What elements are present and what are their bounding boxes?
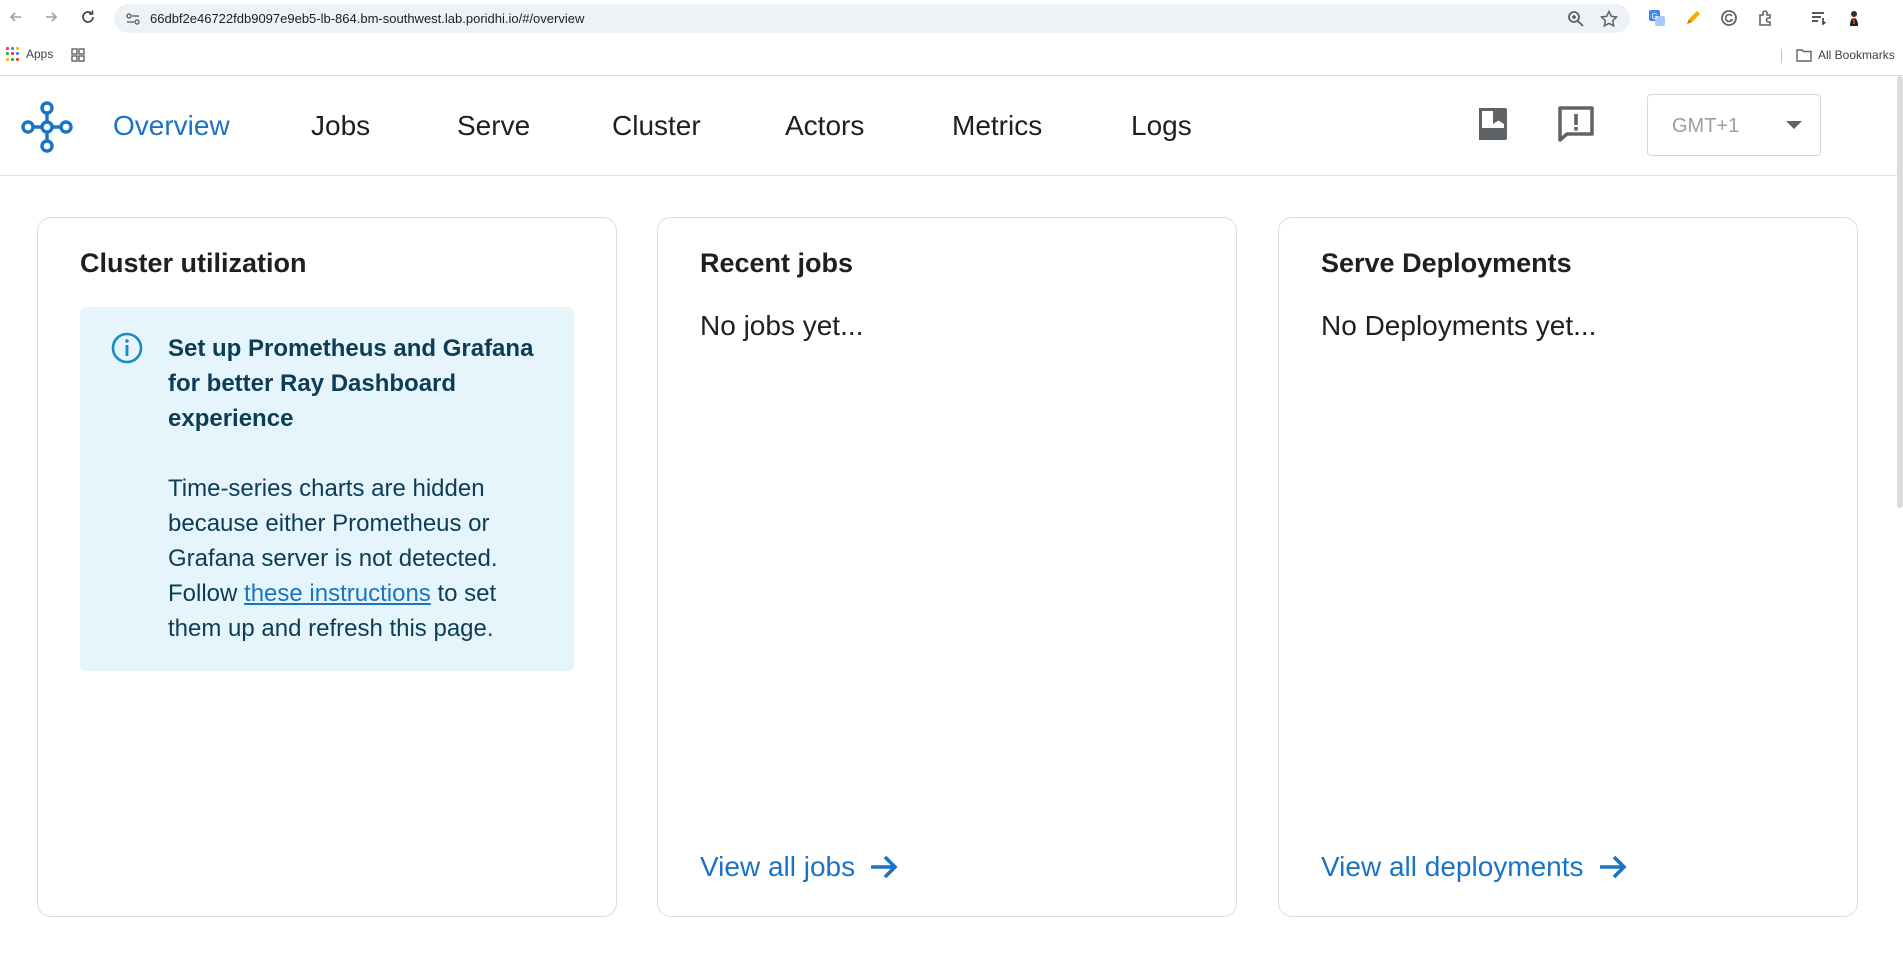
recent-jobs-card: Recent jobs No jobs yet... View all jobs bbox=[657, 217, 1237, 917]
tab-jobs[interactable]: Jobs bbox=[311, 110, 370, 142]
card-title: Serve Deployments bbox=[1321, 248, 1572, 278]
bookmark-star-icon[interactable] bbox=[1599, 9, 1619, 29]
serve-deployments-card: Serve Deployments No Deployments yet... … bbox=[1278, 217, 1858, 917]
apps-label: Apps bbox=[26, 47, 54, 61]
arrow-right-icon bbox=[46, 12, 58, 22]
arrow-right-icon bbox=[871, 855, 898, 879]
profile-avatar-icon[interactable] bbox=[1844, 8, 1864, 28]
reload-button[interactable] bbox=[77, 6, 99, 28]
caret-down-icon bbox=[1786, 121, 1802, 129]
tab-serve[interactable]: Serve bbox=[457, 110, 530, 142]
folder-icon bbox=[1796, 49, 1812, 62]
instructions-link[interactable]: these instructions bbox=[244, 580, 431, 607]
translate-extension-icon[interactable]: G bbox=[1647, 8, 1667, 28]
docs-book-icon[interactable] bbox=[1473, 104, 1513, 144]
url-text[interactable]: 66dbf2e46722fdb9097e9eb5-lb-864.bm-south… bbox=[150, 11, 584, 26]
arrow-left-icon bbox=[9, 12, 21, 22]
view-all-deployments-link[interactable]: View all deployments bbox=[1321, 850, 1630, 884]
alert-title: Set up Prometheus and Grafana for better… bbox=[168, 335, 534, 432]
zoom-icon[interactable] bbox=[1566, 9, 1586, 29]
apps-shortcut[interactable]: Apps bbox=[6, 47, 53, 61]
site-info-icon[interactable] bbox=[124, 10, 142, 28]
prometheus-setup-alert: Set up Prometheus and Grafana for better… bbox=[80, 307, 574, 671]
alert-body: Time-series charts are hidden because ei… bbox=[168, 471, 548, 646]
feedback-icon[interactable] bbox=[1556, 104, 1596, 144]
view-all-jobs-label: View all jobs bbox=[700, 851, 856, 882]
info-icon bbox=[111, 332, 143, 364]
tab-groups-icon[interactable] bbox=[70, 47, 86, 63]
grammar-extension-icon[interactable] bbox=[1719, 8, 1739, 28]
dashboard-header: Overview Jobs Serve Cluster Actors Metri… bbox=[0, 76, 1897, 176]
arrow-right-icon bbox=[1599, 855, 1627, 879]
card-title: Cluster utilization bbox=[80, 248, 307, 278]
page-scrollbar[interactable] bbox=[1897, 76, 1903, 508]
forward-button[interactable] bbox=[40, 6, 62, 28]
browser-toolbar: 66dbf2e46722fdb9097e9eb5-lb-864.bm-south… bbox=[0, 0, 1903, 33]
pencil-extension-icon[interactable] bbox=[1683, 8, 1703, 28]
tab-logs[interactable]: Logs bbox=[1131, 110, 1192, 142]
svg-text:G: G bbox=[1652, 12, 1658, 21]
all-bookmarks-label: All Bookmarks bbox=[1818, 48, 1895, 62]
view-all-deployments-label: View all deployments bbox=[1321, 851, 1584, 882]
ray-logo-icon[interactable] bbox=[20, 100, 74, 154]
bookmarks-separator bbox=[1781, 49, 1782, 63]
tab-overview[interactable]: Overview bbox=[113, 110, 230, 142]
timezone-select[interactable]: GMT+1 bbox=[1647, 94, 1821, 156]
address-bar[interactable]: 66dbf2e46722fdb9097e9eb5-lb-864.bm-south… bbox=[114, 4, 1630, 33]
bookmarks-bar: Apps All Bookmarks bbox=[0, 41, 1903, 69]
cluster-utilization-card: Cluster utilization Set up Prometheus an… bbox=[37, 217, 617, 917]
reload-icon bbox=[82, 10, 94, 23]
tab-actors[interactable]: Actors bbox=[785, 110, 864, 142]
reading-list-icon[interactable] bbox=[1809, 8, 1829, 28]
apps-grid-icon bbox=[6, 47, 20, 61]
view-all-jobs-link[interactable]: View all jobs bbox=[700, 850, 901, 884]
jobs-empty-state: No jobs yet... bbox=[700, 310, 864, 341]
tab-metrics[interactable]: Metrics bbox=[952, 110, 1042, 142]
card-title: Recent jobs bbox=[700, 248, 854, 278]
deployments-empty-state: No Deployments yet... bbox=[1321, 310, 1597, 341]
tab-cluster[interactable]: Cluster bbox=[612, 110, 701, 142]
timezone-value: GMT+1 bbox=[1672, 115, 1740, 137]
extensions-puzzle-icon[interactable] bbox=[1756, 8, 1776, 28]
back-button[interactable] bbox=[5, 6, 27, 28]
all-bookmarks-button[interactable]: All Bookmarks bbox=[1796, 48, 1895, 62]
